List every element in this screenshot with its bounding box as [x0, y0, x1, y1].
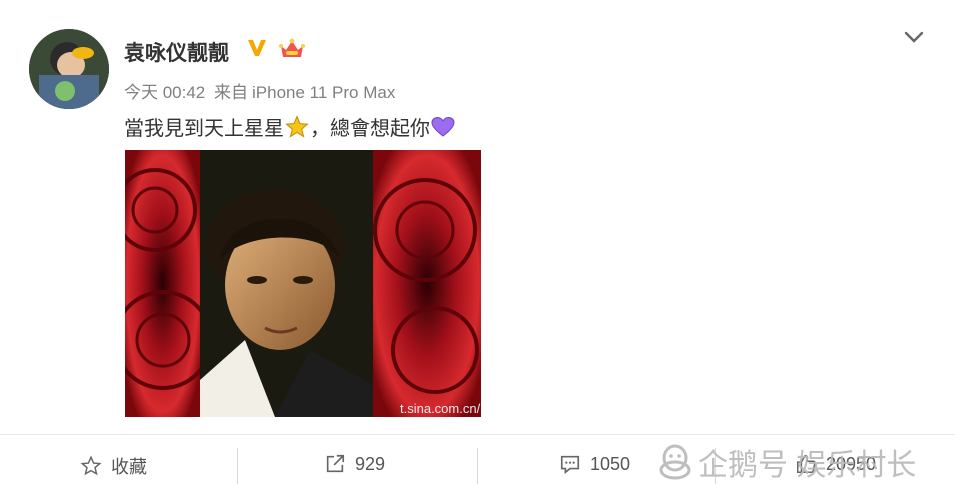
- source-prefix: 来自: [214, 83, 248, 102]
- post-meta: 今天 00:42 来自 iPhone 11 Pro Max: [124, 78, 399, 103]
- chevron-down-icon[interactable]: [902, 28, 926, 46]
- repost-count: 929: [355, 453, 386, 474]
- divider: [477, 448, 478, 484]
- crown-badge-icon[interactable]: [279, 38, 305, 60]
- source-device[interactable]: iPhone 11 Pro Max: [252, 83, 395, 102]
- watermark-text: 企鹅号 娱乐村长: [698, 449, 917, 482]
- divider: [237, 448, 238, 484]
- image-watermark: t.sina.com.cn/袁: [400, 401, 481, 416]
- post-text: 當我見到天上星星 ，總會想起你: [124, 112, 456, 141]
- favorite-button[interactable]: 收藏: [80, 453, 147, 479]
- star-emoji-icon: [285, 114, 309, 139]
- comment-button[interactable]: 1050: [559, 453, 630, 475]
- post-image[interactable]: t.sina.com.cn/袁: [125, 150, 481, 417]
- repost-icon: [326, 454, 345, 473]
- post-text-part1: 當我見到天上星星: [124, 118, 284, 140]
- source-watermark: 企鹅号 娱乐村长: [658, 440, 916, 484]
- comment-icon: [560, 455, 580, 474]
- avatar[interactable]: [29, 29, 109, 109]
- username[interactable]: 袁咏仪靓靓: [124, 37, 229, 67]
- favorite-label: 收藏: [111, 457, 147, 477]
- post-time[interactable]: 今天 00:42: [124, 83, 205, 102]
- penguin-logo-icon: [659, 444, 691, 480]
- comment-count: 1050: [590, 453, 631, 474]
- purple-heart-emoji-icon: [431, 115, 455, 139]
- verified-v-icon: [247, 38, 267, 58]
- post-text-part2: ，總會想起你: [310, 118, 430, 140]
- repost-button[interactable]: 929: [324, 453, 385, 475]
- star-outline-icon: [80, 455, 102, 476]
